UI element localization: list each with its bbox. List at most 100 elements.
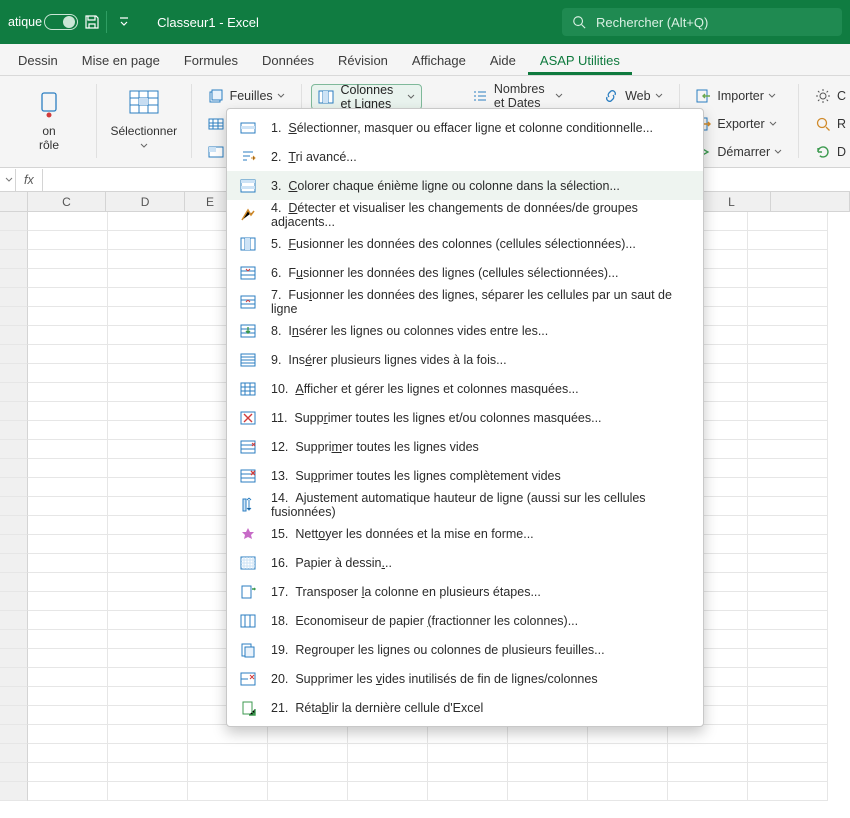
colonnes-lignes-dropdown[interactable]: Colonnes et Lignes [311,84,421,110]
cell[interactable] [748,383,828,402]
cell[interactable] [428,725,508,744]
cell[interactable] [348,725,428,744]
cell[interactable] [28,421,108,440]
cell[interactable] [108,440,188,459]
cell[interactable] [28,687,108,706]
cell[interactable] [188,725,268,744]
menu-item-6[interactable]: 6. Fusionner les données des lignes (cel… [227,258,703,287]
tab-dessin[interactable]: Dessin [6,46,70,75]
cell[interactable] [748,288,828,307]
cell[interactable] [108,706,188,725]
cell[interactable] [108,668,188,687]
row-header[interactable] [0,706,28,725]
row-header[interactable] [0,611,28,630]
cell[interactable] [508,782,588,801]
cell[interactable] [28,288,108,307]
cell[interactable] [588,725,668,744]
cell[interactable] [108,554,188,573]
cell[interactable] [28,668,108,687]
row-header[interactable] [0,269,28,288]
tab-asap-utilities[interactable]: ASAP Utilities [528,46,632,75]
cell[interactable] [748,592,828,611]
row-header[interactable] [0,345,28,364]
cell[interactable] [28,383,108,402]
cell[interactable] [28,706,108,725]
cell[interactable] [28,744,108,763]
col-header[interactable] [771,192,850,211]
namebox-dropdown[interactable] [2,169,16,191]
menu-item-16[interactable]: 16. Papier à dessin... [227,548,703,577]
cell[interactable] [108,402,188,421]
tab-formules[interactable]: Formules [172,46,250,75]
menu-item-19[interactable]: 19. Regrouper les lignes ou colonnes de … [227,635,703,664]
row-header[interactable] [0,573,28,592]
cell[interactable] [588,763,668,782]
menu-item-13[interactable]: 13. Supprimer toutes les lignes complète… [227,461,703,490]
cell[interactable] [28,326,108,345]
cell[interactable] [108,307,188,326]
cell[interactable] [428,744,508,763]
menu-item-9[interactable]: 9. Insérer plusieurs lignes vides à la f… [227,345,703,374]
cell[interactable] [108,421,188,440]
cell[interactable] [748,269,828,288]
cell[interactable] [668,782,748,801]
save-icon[interactable] [84,14,100,30]
tab-aide[interactable]: Aide [478,46,528,75]
tab-données[interactable]: Données [250,46,326,75]
cell[interactable] [108,649,188,668]
cell[interactable] [748,630,828,649]
cell[interactable] [268,725,348,744]
row-header[interactable] [0,231,28,250]
cell[interactable] [28,782,108,801]
cell[interactable] [108,459,188,478]
cell[interactable] [748,231,828,250]
row-header[interactable] [0,459,28,478]
cell[interactable] [28,459,108,478]
row-header[interactable] [0,402,28,421]
nombres-dates-button[interactable]: Nombres et Dates [466,84,569,108]
cell[interactable] [108,288,188,307]
cell[interactable] [108,516,188,535]
cell[interactable] [188,763,268,782]
cell[interactable] [588,782,668,801]
cell[interactable] [108,782,188,801]
row-header[interactable] [0,383,28,402]
row-header[interactable] [0,212,28,231]
cell[interactable] [28,573,108,592]
cell[interactable] [188,782,268,801]
exporter-button[interactable]: Exporter [689,112,788,136]
macro-button-partial[interactable]: onrôle [12,84,86,160]
search-r-button[interactable]: R [809,112,846,136]
cell[interactable] [28,592,108,611]
row-header[interactable] [0,668,28,687]
menu-item-1[interactable]: 1. Sélectionner, masquer ou effacer lign… [227,113,703,142]
col-header[interactable]: L [693,192,772,211]
cell[interactable] [748,345,828,364]
cell[interactable] [28,307,108,326]
search-input[interactable]: Rechercher (Alt+Q) [562,8,842,36]
cell[interactable] [268,763,348,782]
web-button[interactable]: Web [597,84,668,108]
importer-button[interactable]: Importer [689,84,788,108]
cell[interactable] [748,478,828,497]
row-header[interactable] [0,516,28,535]
col-header[interactable] [0,192,28,211]
cell[interactable] [588,744,668,763]
cell[interactable] [108,345,188,364]
row-header[interactable] [0,478,28,497]
cell[interactable] [28,364,108,383]
row-header[interactable] [0,307,28,326]
fx-label[interactable]: fx [16,169,43,191]
cell[interactable] [748,725,828,744]
tab-affichage[interactable]: Affichage [400,46,478,75]
cell[interactable] [668,725,748,744]
cell[interactable] [748,497,828,516]
cell[interactable] [748,763,828,782]
cell[interactable] [668,763,748,782]
cell[interactable] [28,478,108,497]
row-header[interactable] [0,687,28,706]
cell[interactable] [508,744,588,763]
row-header[interactable] [0,326,28,345]
cell[interactable] [28,250,108,269]
row-header[interactable] [0,535,28,554]
